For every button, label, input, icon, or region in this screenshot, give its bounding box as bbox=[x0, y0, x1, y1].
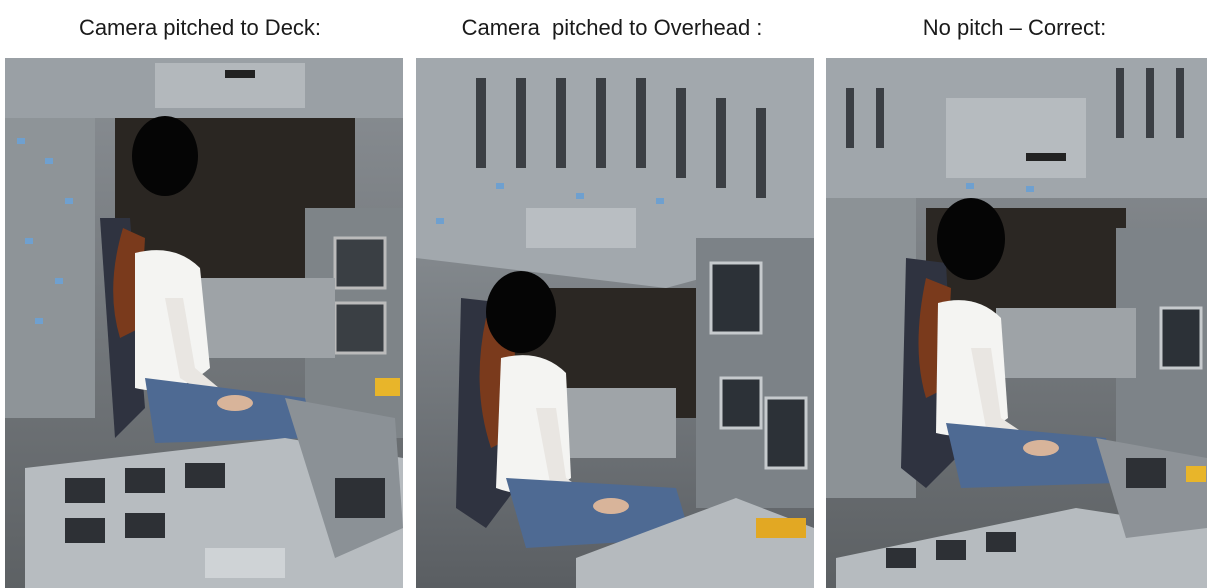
cockpit-photo-no-pitch bbox=[826, 58, 1207, 588]
cockpit-photo-overhead-pitch bbox=[416, 58, 814, 588]
caption-overhead: Camera pitched to Overhead : bbox=[461, 15, 763, 40]
caption-correct: No pitch – Correct: bbox=[922, 15, 1107, 40]
cockpit-photo-deck-pitch bbox=[5, 58, 403, 588]
caption-deck: Camera pitched to Deck: bbox=[78, 15, 322, 40]
